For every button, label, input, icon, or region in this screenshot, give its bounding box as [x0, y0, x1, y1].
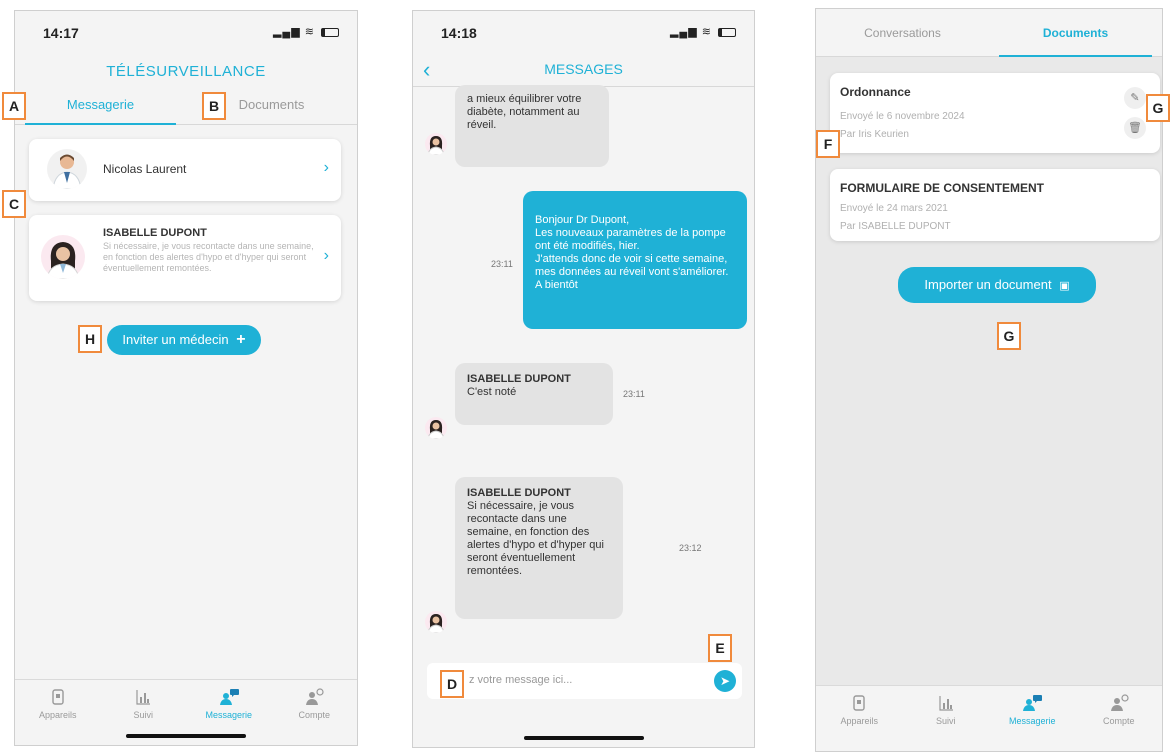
message-input[interactable]: z votre message ici... ➤ [427, 663, 742, 699]
doctor-avatar [425, 133, 447, 155]
chart-icon [136, 690, 151, 705]
system-icons: ▂▄▆ ≋ [273, 25, 339, 38]
messaging-icon [1023, 695, 1043, 711]
message-sender: ISABELLE DUPONT [467, 487, 571, 499]
home-indicator [126, 734, 246, 738]
nav-label: Appareils [38, 710, 77, 720]
nav-appareils[interactable]: Appareils [15, 680, 101, 745]
nav-label: Compte [1102, 716, 1135, 726]
message-sender: ISABELLE DUPONT [467, 373, 571, 385]
doctor-avatar [41, 235, 85, 279]
trash-icon[interactable]: 🗑 [1124, 117, 1146, 139]
tab-conversations[interactable]: Conversations [816, 9, 989, 56]
messaging-icon [219, 689, 239, 705]
contact-name: Nicolas Laurent [103, 162, 187, 176]
send-icon[interactable]: ➤ [714, 670, 736, 692]
edit-icon[interactable]: ✎ [1124, 87, 1146, 109]
status-bar: 14:18 ▂▄▆ ≋ [413, 11, 754, 55]
message-bubble: ISABELLE DUPONT C'est noté [455, 363, 613, 425]
message-placeholder: z votre message ici... [469, 674, 573, 686]
document-author: Par ISABELLE DUPONT [840, 221, 951, 232]
annotation-d: D [440, 670, 464, 698]
contact-card[interactable]: Nicolas Laurent › [29, 139, 341, 201]
chevron-right-icon: › [323, 247, 329, 264]
nav-suivi[interactable]: Suivi [903, 686, 990, 751]
contact-preview: Si nécessaire, je vous recontacte dans u… [103, 241, 314, 273]
message-bubble: a mieux équilibrer votre diabète, notamm… [455, 85, 609, 167]
message-bubble: ISABELLE DUPONT Si nécessaire, je vous r… [455, 477, 623, 619]
import-document-label: Importer un document [924, 277, 1052, 292]
documents-screen: Conversations Documents Ordonnance Envoy… [815, 8, 1163, 752]
message-bubble: Bonjour Dr Dupont, Les nouveaux paramètr… [523, 191, 747, 329]
tab-bar: Messagerie Documents [15, 95, 357, 125]
nav-label: Suivi [935, 716, 956, 726]
annotation-g-top: G [1146, 94, 1170, 122]
tab-documents[interactable]: Documents [989, 9, 1162, 57]
contact-card[interactable]: ISABELLE DUPONT Si nécessaire, je vous r… [29, 215, 341, 301]
annotation-h: H [78, 325, 102, 353]
invite-doctor-label: Inviter un médecin [122, 332, 229, 347]
chat-header: ‹ MESSAGES [413, 55, 754, 87]
message-text: a mieux équilibrer votre diabète, notamm… [467, 93, 582, 131]
annotation-f: F [816, 130, 840, 158]
nav-label: Suivi [133, 710, 153, 720]
status-time: 14:18 [441, 25, 477, 41]
messages-screen: 14:18 ▂▄▆ ≋ ‹ MESSAGES a mieux équilibre… [412, 10, 755, 748]
doctor-avatar [425, 611, 447, 633]
doctor-avatar [47, 149, 87, 189]
document-card[interactable]: Ordonnance Envoyé le 6 novembre 2024 Par… [830, 73, 1160, 153]
document-title: Ordonnance [840, 85, 911, 99]
account-icon [1110, 694, 1129, 711]
system-icons: ▂▄▆ ≋ [670, 25, 736, 38]
nav-appareils[interactable]: Appareils [816, 686, 903, 751]
contact-name: ISABELLE DUPONT [103, 227, 207, 239]
document-sent-date: Envoyé le 6 novembre 2024 [840, 111, 965, 122]
tab-bar: Conversations Documents [816, 9, 1162, 57]
document-author: Par Iris Keurien [840, 129, 909, 140]
battery-icon [321, 27, 339, 37]
home-indicator [523, 736, 644, 740]
battery-icon [718, 27, 736, 37]
message-time: 23:11 [623, 389, 645, 399]
device-icon [853, 695, 865, 711]
document-card[interactable]: FORMULAIRE DE CONSENTEMENT Envoyé le 24 … [830, 169, 1160, 241]
message-composer: z votre message ici... ➤ [413, 655, 754, 707]
chevron-right-icon: › [323, 159, 329, 176]
device-icon [52, 689, 64, 705]
tab-messagerie[interactable]: Messagerie [15, 95, 186, 125]
message-text: C'est noté [467, 386, 517, 398]
annotation-e: E [708, 634, 732, 662]
annotation-b: B [202, 92, 226, 120]
message-text: Si nécessaire, je vous recontacte dans u… [467, 500, 604, 577]
page-title: TÉLÉSURVEILLANCE [106, 63, 266, 80]
status-time: 14:17 [43, 25, 79, 41]
nav-messagerie[interactable]: Messagerie [989, 686, 1076, 751]
import-document-button[interactable]: Importer un document ▣ [898, 267, 1096, 303]
message-text: Bonjour Dr Dupont, Les nouveaux paramètr… [535, 214, 729, 291]
account-icon [306, 688, 324, 705]
nav-label: Messagerie [205, 710, 253, 720]
message-time: 23:11 [491, 259, 513, 269]
message-time: 23:12 [679, 543, 702, 553]
nav-compte[interactable]: Compte [272, 680, 358, 745]
doctor-avatar [425, 417, 447, 439]
nav-label: Compte [298, 710, 330, 720]
messagerie-screen: 14:17 ▂▄▆ ≋ TÉLÉSURVEILLANCE Messagerie … [14, 10, 358, 746]
chart-icon [939, 696, 953, 711]
nav-label: Appareils [840, 716, 879, 726]
document-sent-date: Envoyé le 24 mars 2021 [840, 203, 948, 214]
plus-icon: + [236, 331, 246, 348]
nav-label: Messagerie [1008, 716, 1056, 726]
bottom-nav: Appareils Suivi Messagerie Compte [816, 685, 1162, 751]
document-title: FORMULAIRE DE CONSENTEMENT [840, 181, 1044, 195]
status-bar: 14:17 ▂▄▆ ≋ [15, 11, 357, 55]
annotation-g-bottom: G [997, 322, 1021, 350]
page-title: MESSAGES [544, 61, 623, 77]
document-icon: ▣ [1059, 280, 1070, 292]
nav-compte[interactable]: Compte [1076, 686, 1163, 751]
annotation-a: A [2, 92, 26, 120]
invite-doctor-button[interactable]: Inviter un médecin + [107, 325, 261, 355]
annotation-c: C [2, 190, 26, 218]
